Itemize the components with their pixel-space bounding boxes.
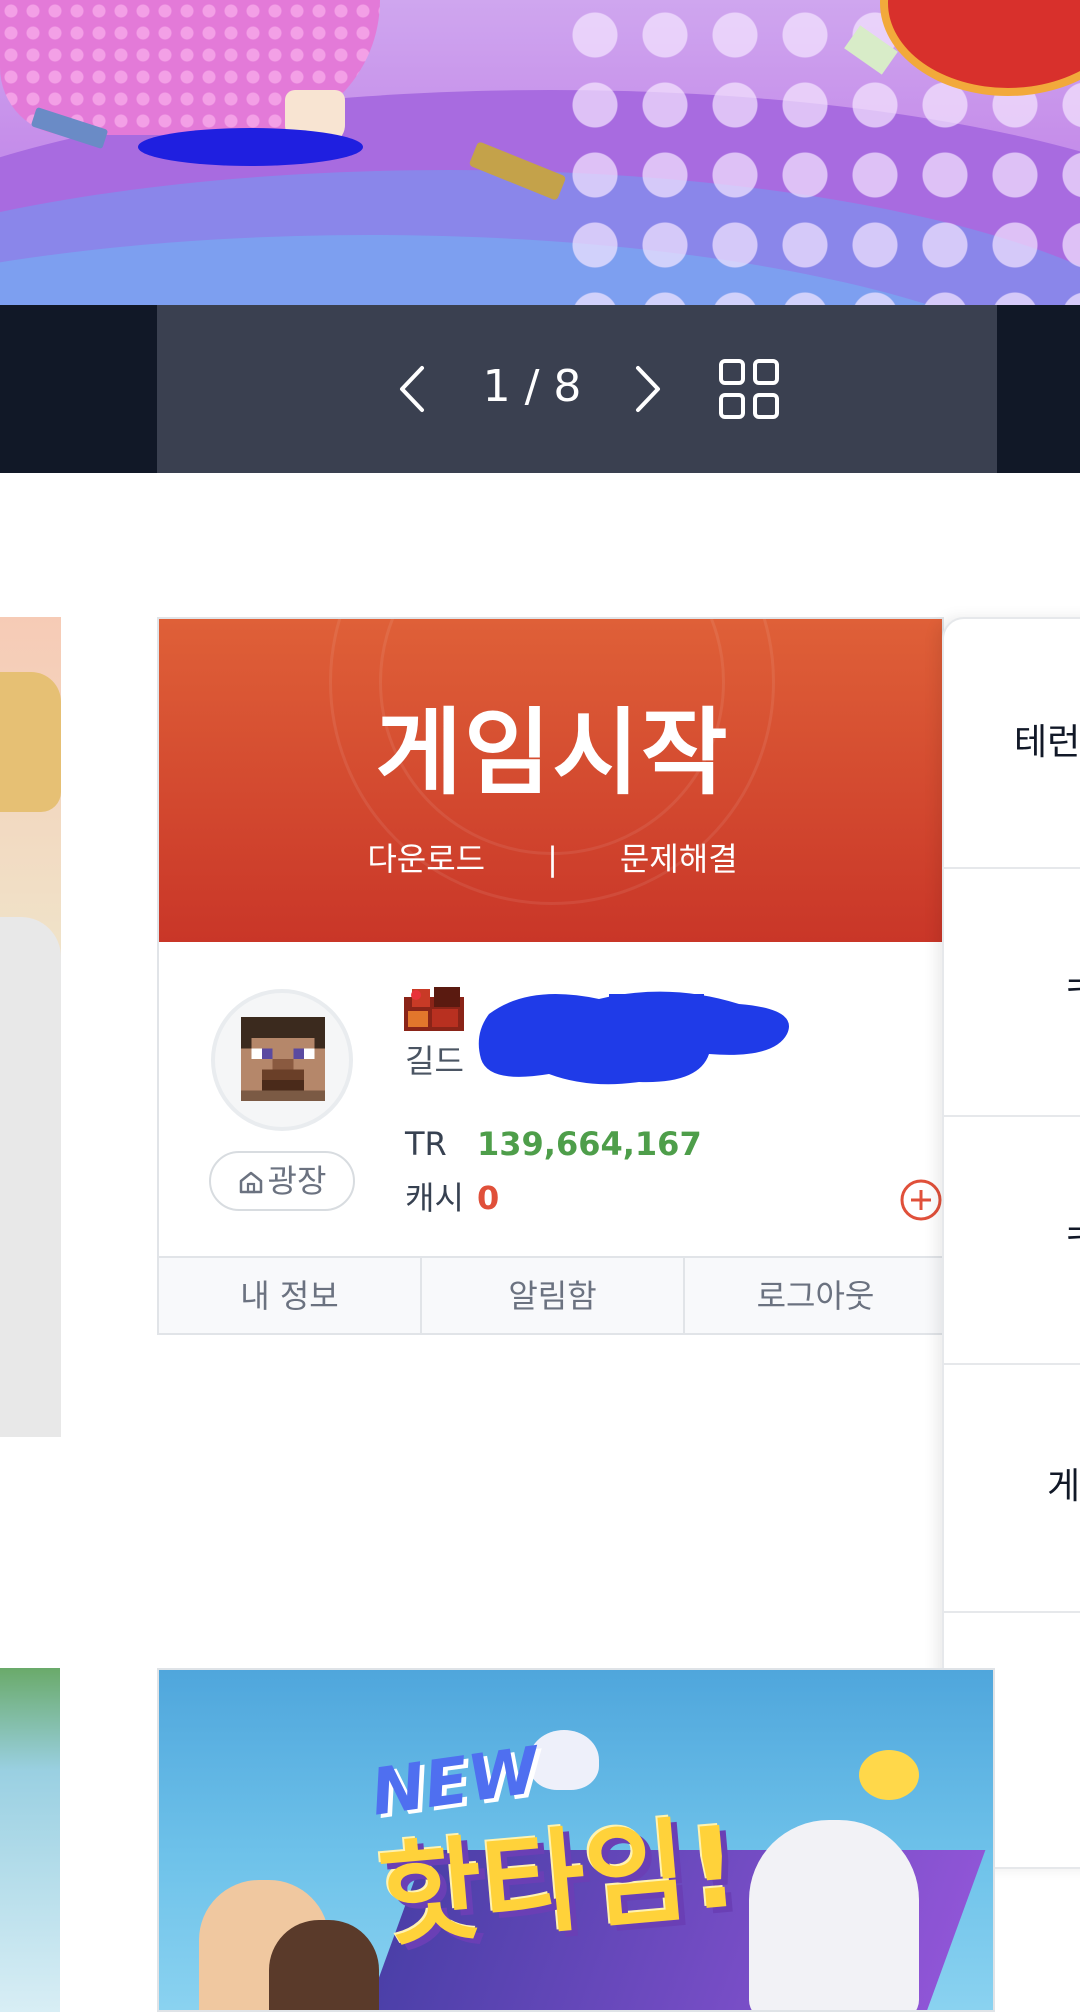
event-mascot <box>859 1750 919 1800</box>
plaza-label: 광장 <box>267 1162 327 1200</box>
hot-time-event-banner[interactable]: NEW 핫타임! <box>157 1668 995 2012</box>
chevron-left-icon[interactable] <box>392 362 432 416</box>
link-separator: | <box>547 840 558 878</box>
hero-character-shadow <box>138 128 363 166</box>
tab-notifications[interactable]: 알림함 <box>422 1258 685 1333</box>
grid-view-icon[interactable] <box>718 358 780 420</box>
tab-logout[interactable]: 로그아웃 <box>685 1258 942 1333</box>
left-peek-card[interactable] <box>0 617 61 1437</box>
home-icon <box>239 1171 262 1194</box>
left-peek-card[interactable] <box>0 1668 60 2012</box>
game-start-card: 게임시작 다운로드 | 문제해결 광장 길드 TR 139,664,167 캐시… <box>157 617 944 1335</box>
side-menu-label: 테런 <box>1014 722 1080 763</box>
account-tabs: 내 정보 알림함 로그아웃 <box>159 1256 942 1333</box>
download-link[interactable]: 다운로드 <box>367 837 485 881</box>
side-menu-item[interactable]: ㅋ <box>944 1115 1080 1365</box>
tab-my-info[interactable]: 내 정보 <box>159 1258 422 1333</box>
start-links: 다운로드 | 문제해결 <box>159 837 942 881</box>
game-start-title[interactable]: 게임시작 <box>159 694 942 814</box>
avatar[interactable] <box>211 989 353 1131</box>
game-start-banner[interactable]: 게임시작 다운로드 | 문제해결 <box>159 619 942 942</box>
avatar-pixel-face-icon <box>241 1017 325 1101</box>
cash-label: 캐시 <box>405 1179 464 1217</box>
troubleshoot-link[interactable]: 문제해결 <box>620 837 738 881</box>
chevron-right-icon[interactable] <box>628 362 668 416</box>
event-character <box>269 1920 379 2010</box>
side-menu-label: ㅋ <box>1062 1221 1080 1257</box>
side-menu-label: ㅋ <box>1062 973 1080 1009</box>
side-menu-item[interactable]: ㅋ <box>944 867 1080 1117</box>
peek-card-art <box>0 917 61 1437</box>
cash-balance: 0 <box>477 1179 500 1217</box>
pager-counter: 1 / 8 <box>482 361 582 412</box>
peek-card-art <box>0 672 61 812</box>
plaza-button[interactable]: 광장 <box>209 1151 355 1211</box>
tr-balance: 139,664,167 <box>477 1125 702 1163</box>
side-menu-label: 게 <box>1047 1466 1080 1507</box>
side-menu-item[interactable]: 테런 <box>944 619 1080 869</box>
side-menu-item[interactable]: 게 <box>944 1363 1080 1613</box>
guild-emblem-icon <box>404 985 464 1031</box>
tr-label: TR <box>405 1125 447 1163</box>
redaction-mark <box>469 974 809 1104</box>
hero-banner-image[interactable] <box>0 0 1080 305</box>
plus-circle-icon[interactable] <box>899 1178 942 1222</box>
